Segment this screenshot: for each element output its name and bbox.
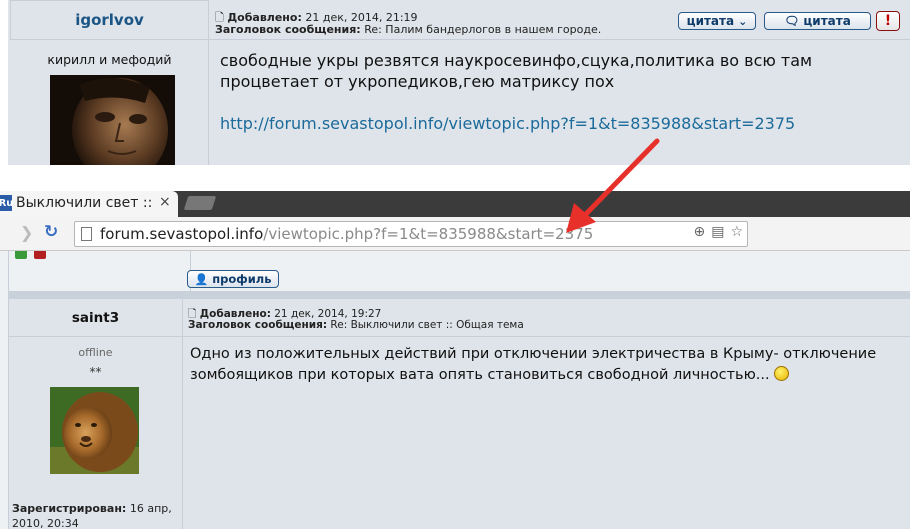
bottom-post-online-status: offline — [78, 346, 113, 359]
page-icon — [81, 227, 92, 241]
double-chevron-down-icon: ⌄ — [738, 14, 748, 28]
top-forum-post: igorlvov кирилл и мефодий 🗋 Добавлено: 2… — [0, 0, 910, 165]
online-status-icon — [15, 251, 27, 259]
translate-icon[interactable]: ▤ — [711, 224, 724, 240]
smiley-icon — [774, 366, 790, 381]
offline-status-icon — [34, 251, 46, 259]
address-url[interactable]: forum.sevastopol.info/viewtopic.php?f=1&… — [100, 225, 593, 243]
top-post-subject-line: Заголовок сообщения: Re: Палим бандерлог… — [215, 23, 601, 36]
bottom-forum-post: saint3 🗋 Добавлено: 21 дек, 2014, 19:27 … — [8, 299, 910, 529]
new-tab-button[interactable] — [183, 196, 217, 210]
url-path: /viewtopic.php?f=1&t=835988&start=2375 — [263, 225, 594, 243]
top-post-header: 🗋 Добавлено: 21 дек, 2014, 21:19 Заголов… — [209, 0, 910, 40]
url-host: forum.sevastopol.info — [100, 225, 264, 243]
quote-multi-button-label: цитата — [686, 14, 735, 28]
top-post-subject-label: Заголовок сообщения: — [215, 23, 361, 36]
bottom-post-body-line-2-wrap: зомбоящиков при которых вата опять стано… — [190, 365, 890, 386]
previous-post-footer — [8, 251, 910, 291]
bottom-post-subject-value: Re: Выключили свет :: Общая тема — [330, 319, 524, 331]
exclamation-icon: ! — [884, 13, 892, 29]
top-post-author-column: igorlvov кирилл и мефодий — [10, 0, 209, 165]
top-post-link[interactable]: http://forum.sevastopol.info/viewtopic.p… — [220, 114, 795, 133]
forward-arrow-icon[interactable]: ❯ — [20, 223, 33, 242]
bottom-post-subject-line: Заголовок сообщения: Re: Выключили свет … — [188, 319, 524, 331]
speech-bubble-icon: 🗨 — [784, 14, 800, 28]
reload-icon[interactable]: ↻ — [44, 222, 58, 242]
top-post-body: свободные укры резвятся наукросевинфо,сц… — [220, 50, 880, 92]
top-post-body-line-2: процветает от укропедиков,гею матриксу п… — [220, 72, 615, 91]
bottom-post-body: Одно из положительных действий при отклю… — [190, 344, 890, 386]
bottom-forum-area: 👤 профиль saint3 🗋 Добавлено: 21 дек, 20… — [0, 251, 910, 529]
bottom-post-header: 🗋 Добавлено: 21 дек, 2014, 19:27 Заголов… — [183, 299, 910, 337]
quote-multi-button[interactable]: цитата ⌄ — [678, 12, 756, 30]
bookmark-star-icon[interactable]: ☆ — [730, 224, 743, 240]
browser-active-tab[interactable]: Ru Выключили свет :: О × — [0, 191, 178, 217]
quote-button-label: цитата — [803, 14, 851, 28]
bottom-post-body-line-1: Одно из положительных действий при отклю… — [190, 346, 877, 362]
address-bar-actions: ⊕ ▤ ☆ — [693, 224, 743, 240]
top-post-user-rank: кирилл и мефодий — [47, 52, 172, 67]
registered-label: Зарегистрирован: — [12, 502, 127, 515]
bottom-post-avatar — [50, 387, 139, 474]
top-post-subject-value: Re: Палим бандерлогов в нашем городе. — [364, 23, 602, 36]
zoom-icon[interactable]: ⊕ — [693, 224, 705, 240]
report-button[interactable]: ! — [876, 11, 900, 31]
address-bar[interactable]: forum.sevastopol.info/viewtopic.php?f=1&… — [74, 221, 748, 247]
bottom-post-rank-stars: ** — [89, 365, 102, 379]
user-icon: 👤 — [194, 272, 209, 286]
bottom-post-body-line-2: зомбоящиков при которых вата опять стано… — [190, 367, 770, 383]
top-post-username[interactable]: igorlvov — [10, 0, 209, 40]
bottom-post-registered: Зарегистрирован: 16 апр, 2010, 20:34 — [12, 501, 182, 529]
profile-button[interactable]: 👤 профиль — [187, 270, 279, 288]
tab-title: Выключили свет :: О — [16, 195, 156, 211]
top-post-avatar — [50, 75, 175, 165]
post-separator — [8, 291, 910, 299]
bottom-post-username[interactable]: saint3 — [9, 299, 182, 337]
browser-toolbar: ❯ ↻ forum.sevastopol.info/viewtopic.php?… — [0, 217, 910, 251]
profile-button-label: профиль — [212, 272, 272, 286]
quote-button[interactable]: 🗨 цитата — [764, 12, 871, 30]
bottom-post-subject-label: Заголовок сообщения: — [188, 319, 328, 331]
tab-close-icon[interactable]: × — [159, 194, 171, 210]
site-favicon-icon: Ru — [0, 195, 13, 211]
top-post-body-line-1: свободные укры резвятся наукросевинфо,сц… — [220, 51, 813, 70]
